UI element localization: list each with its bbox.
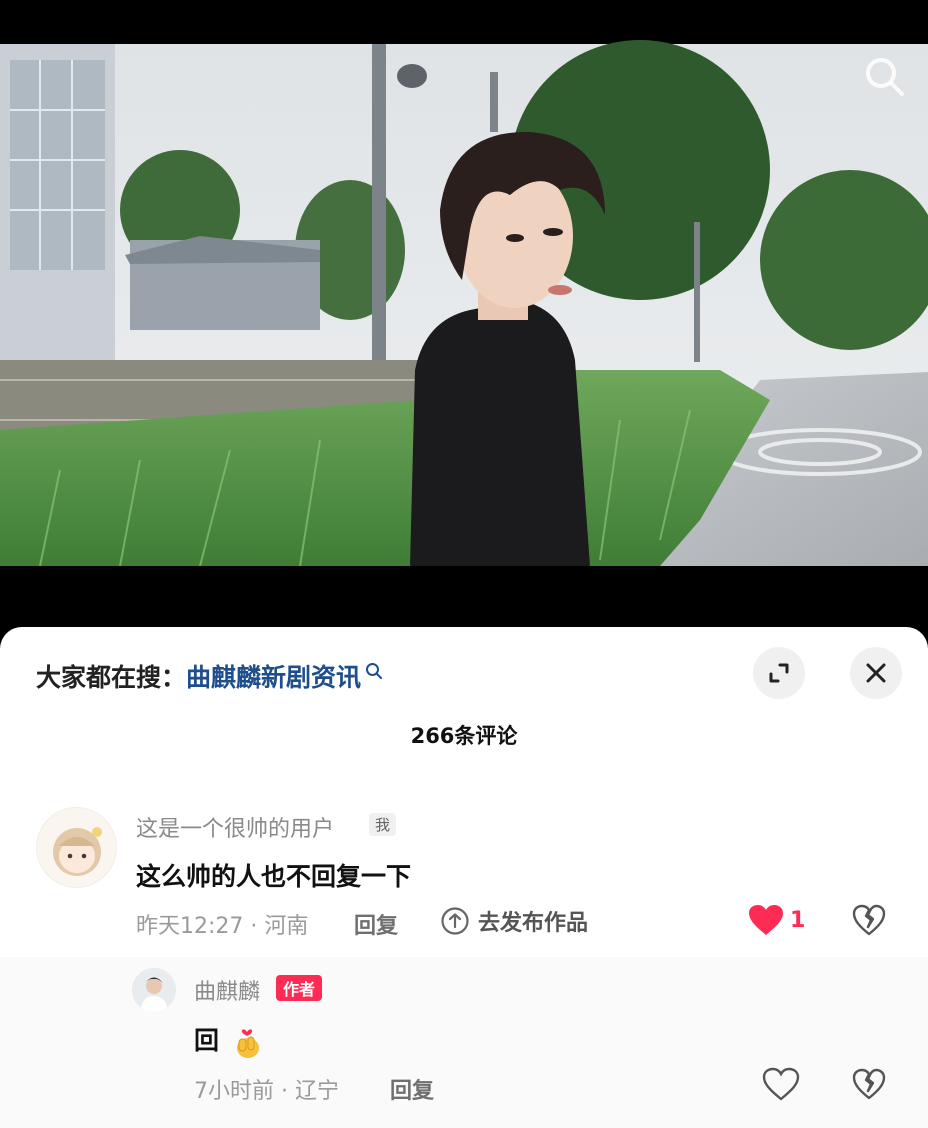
reply-button[interactable]: 回复 xyxy=(354,908,398,940)
expand-icon xyxy=(769,663,789,683)
reply-button[interactable]: 回复 xyxy=(390,1073,434,1105)
reply-text: 回 🫰 xyxy=(194,1021,264,1058)
hot-search-label: 大家都在搜： xyxy=(36,663,187,692)
reply-text-body: 回 xyxy=(194,1026,220,1055)
avatar-image xyxy=(132,968,176,1012)
comment-text: 这么帅的人也不回复一下 xyxy=(136,862,412,891)
expand-button[interactable] xyxy=(753,647,805,699)
hot-search-bar[interactable]: 大家都在搜： 曲麒麟新剧资讯 xyxy=(36,656,383,696)
dislike-icon[interactable] xyxy=(851,1067,887,1101)
comment-time-location: 昨天12:27 · 河南 xyxy=(136,914,309,939)
close-icon xyxy=(866,663,886,683)
avatar[interactable] xyxy=(132,968,176,1012)
video-frame[interactable] xyxy=(0,0,928,640)
me-badge: 我 xyxy=(369,813,397,836)
video-image xyxy=(0,0,928,640)
search-icon[interactable] xyxy=(862,54,906,98)
close-button[interactable] xyxy=(850,647,902,699)
search-icon[interactable] xyxy=(365,662,383,680)
reply-time-location: 7小时前 · 辽宁 xyxy=(194,1079,339,1104)
like-count: 1 xyxy=(790,908,806,933)
comment-sheet: 大家都在搜： 曲麒麟新剧资讯 266条评论 这是一个很帅的用户 我 这么帅的人也… xyxy=(0,627,928,1128)
comment-username[interactable]: 这是一个很帅的用户 xyxy=(136,811,334,843)
publish-work-button[interactable]: 去发布作品 xyxy=(440,905,588,937)
reply-username[interactable]: 曲麒麟 xyxy=(194,974,260,1006)
avatar[interactable] xyxy=(36,807,117,888)
arrow-up-circle-icon xyxy=(441,907,469,935)
heart-icon[interactable] xyxy=(747,903,785,937)
heart-icon[interactable] xyxy=(762,1067,800,1101)
comment-count: 266条评论 xyxy=(410,724,518,748)
author-badge: 作者 xyxy=(276,975,323,1001)
publish-work-label: 去发布作品 xyxy=(478,911,589,936)
hot-search-keyword[interactable]: 曲麒麟新剧资讯 xyxy=(186,658,361,694)
dislike-icon[interactable] xyxy=(851,903,887,937)
finger-heart-emoji: 🫰 xyxy=(232,1026,264,1058)
avatar-image xyxy=(53,827,102,876)
